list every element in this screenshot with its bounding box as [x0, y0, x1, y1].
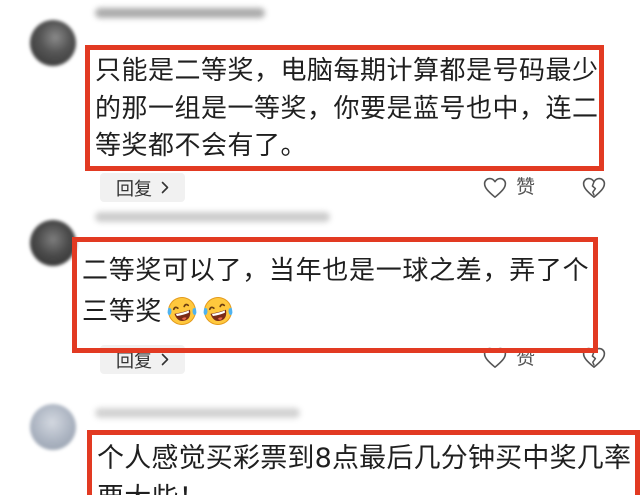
comment-text-line: 等奖都不会有了。: [95, 131, 308, 161]
comment-text: 只能是二等奖，电脑每期计算都是号码最少 的那一组是一等奖，你要是蓝号也中，连二 …: [90, 50, 599, 166]
broken-heart-icon[interactable]: [582, 177, 606, 199]
avatar[interactable]: [30, 404, 76, 450]
comment-list: 只能是二等奖，电脑每期计算都是号码最少 的那一组是一等奖，你要是蓝号也中，连二 …: [0, 0, 640, 495]
comment-text: 个人感觉买彩票到8点最后几分钟买中奖几率 要大些！: [92, 435, 635, 495]
comment-text-line: 只能是二等奖，电脑每期计算都是号码最少: [95, 56, 599, 86]
comment-text-line: 的那一组是一等奖，你要是蓝号也中，连二: [95, 93, 599, 124]
avatar[interactable]: [30, 220, 76, 266]
comment-item: 只能是二等奖，电脑每期计算都是号码最少 的那一组是一等奖，你要是蓝号也中，连二 …: [0, 0, 640, 212]
reply-label: 回复: [116, 178, 152, 200]
avatar[interactable]: [30, 20, 76, 66]
username-blurred[interactable]: [95, 8, 265, 18]
heart-outline-icon[interactable]: [483, 177, 507, 199]
comment-item: 二等奖可以了，当年也是一球之差，弄了个 三等奖 回复 赞: [0, 212, 640, 392]
comment-text: 二等奖可以了，当年也是一球之差，弄了个 三等奖: [77, 242, 593, 333]
comment-text-line: 三等奖: [82, 292, 593, 333]
laugh-cry-icon: [167, 296, 197, 325]
chevron-right-icon: [161, 353, 169, 366]
chevron-right-icon: [161, 181, 169, 194]
laugh-cry-icon: [203, 296, 233, 325]
username-blurred[interactable]: [95, 408, 300, 418]
username-blurred[interactable]: [95, 212, 330, 222]
like-label[interactable]: 赞: [516, 175, 535, 199]
highlight-box: 只能是二等奖，电脑每期计算都是号码最少 的那一组是一等奖，你要是蓝号也中，连二 …: [85, 45, 604, 171]
comment-text-line: 要大些！: [97, 479, 635, 495]
comment-item: 个人感觉买彩票到8点最后几分钟买中奖几率 要大些！: [0, 392, 640, 495]
highlight-box: 个人感觉买彩票到8点最后几分钟买中奖几率 要大些！: [87, 430, 640, 495]
highlight-box: 二等奖可以了，当年也是一球之差，弄了个 三等奖: [72, 237, 598, 353]
comment-text-line: 二等奖可以了，当年也是一球之差，弄了个: [82, 256, 590, 286]
reply-button[interactable]: 回复: [100, 173, 185, 202]
comment-text-segment: 三等奖: [82, 297, 163, 327]
comment-text-line: 个人感觉买彩票到8点最后几分钟买中奖几率: [97, 443, 632, 474]
